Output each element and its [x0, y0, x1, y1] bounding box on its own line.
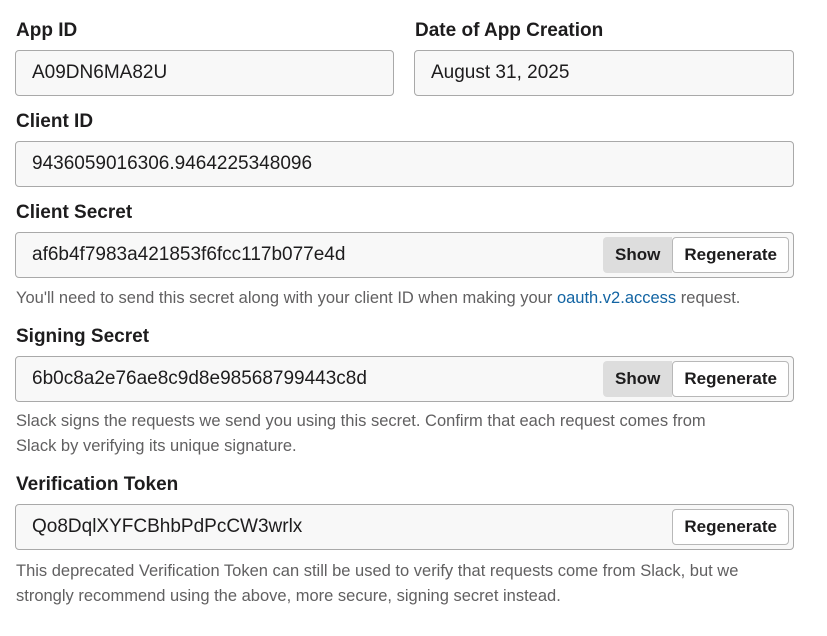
app-id-label: App ID: [16, 20, 78, 41]
signing-secret-regenerate-button[interactable]: Regenerate: [672, 361, 789, 397]
client-secret-help: You'll need to send this secret along wi…: [16, 286, 740, 311]
client-secret-help-text: You'll need to send this secret along wi…: [16, 289, 557, 307]
signing-secret-actions: Show Regenerate: [603, 361, 789, 397]
creation-date-value: August 31, 2025: [431, 62, 570, 83]
client-id-label: Client ID: [16, 111, 94, 132]
client-secret-field[interactable]: af6b4f7983a421853f6fcc117b077e4d Show Re…: [15, 232, 794, 278]
verification-token-help: This deprecated Verification Token can s…: [16, 559, 738, 609]
verification-token-help-line1: This deprecated Verification Token can s…: [16, 562, 739, 580]
oauth-access-link[interactable]: oauth.v2.access: [557, 289, 676, 307]
creation-date-label: Date of App Creation: [415, 20, 604, 41]
client-secret-show-button[interactable]: Show: [603, 237, 673, 273]
creation-date-field[interactable]: August 31, 2025: [414, 50, 794, 96]
app-id-field[interactable]: A09DN6MA82U: [15, 50, 394, 96]
client-secret-help-text-end: request.: [676, 289, 741, 307]
client-secret-value: af6b4f7983a421853f6fcc117b077e4d: [32, 244, 346, 265]
signing-secret-value: 6b0c8a2e76ae8c9d8e98568799443c8d: [32, 368, 367, 389]
verification-token-help-line2: strongly recommend using the above, more…: [16, 587, 561, 605]
verification-token-label: Verification Token: [16, 474, 179, 495]
signing-secret-show-button[interactable]: Show: [603, 361, 673, 397]
verification-token-field[interactable]: Qo8DqlXYFCBhbPdPcCW3wrlx Regenerate: [15, 504, 794, 550]
signing-secret-help-line2: Slack by verifying its unique signature.: [16, 437, 297, 455]
verification-token-regenerate-button[interactable]: Regenerate: [672, 509, 789, 545]
client-id-field[interactable]: 9436059016306.9464225348096: [15, 141, 794, 187]
verification-token-value: Qo8DqlXYFCBhbPdPcCW3wrlx: [32, 516, 303, 537]
signing-secret-help-line1: Slack signs the requests we send you usi…: [16, 412, 706, 430]
client-secret-label: Client Secret: [16, 202, 133, 223]
signing-secret-help: Slack signs the requests we send you usi…: [16, 409, 706, 459]
client-id-value: 9436059016306.9464225348096: [32, 153, 313, 174]
client-secret-actions: Show Regenerate: [603, 237, 789, 273]
verification-token-actions: Regenerate: [672, 509, 789, 545]
app-id-value: A09DN6MA82U: [32, 62, 168, 83]
signing-secret-label: Signing Secret: [16, 326, 150, 347]
client-secret-regenerate-button[interactable]: Regenerate: [672, 237, 789, 273]
signing-secret-field[interactable]: 6b0c8a2e76ae8c9d8e98568799443c8d Show Re…: [15, 356, 794, 402]
